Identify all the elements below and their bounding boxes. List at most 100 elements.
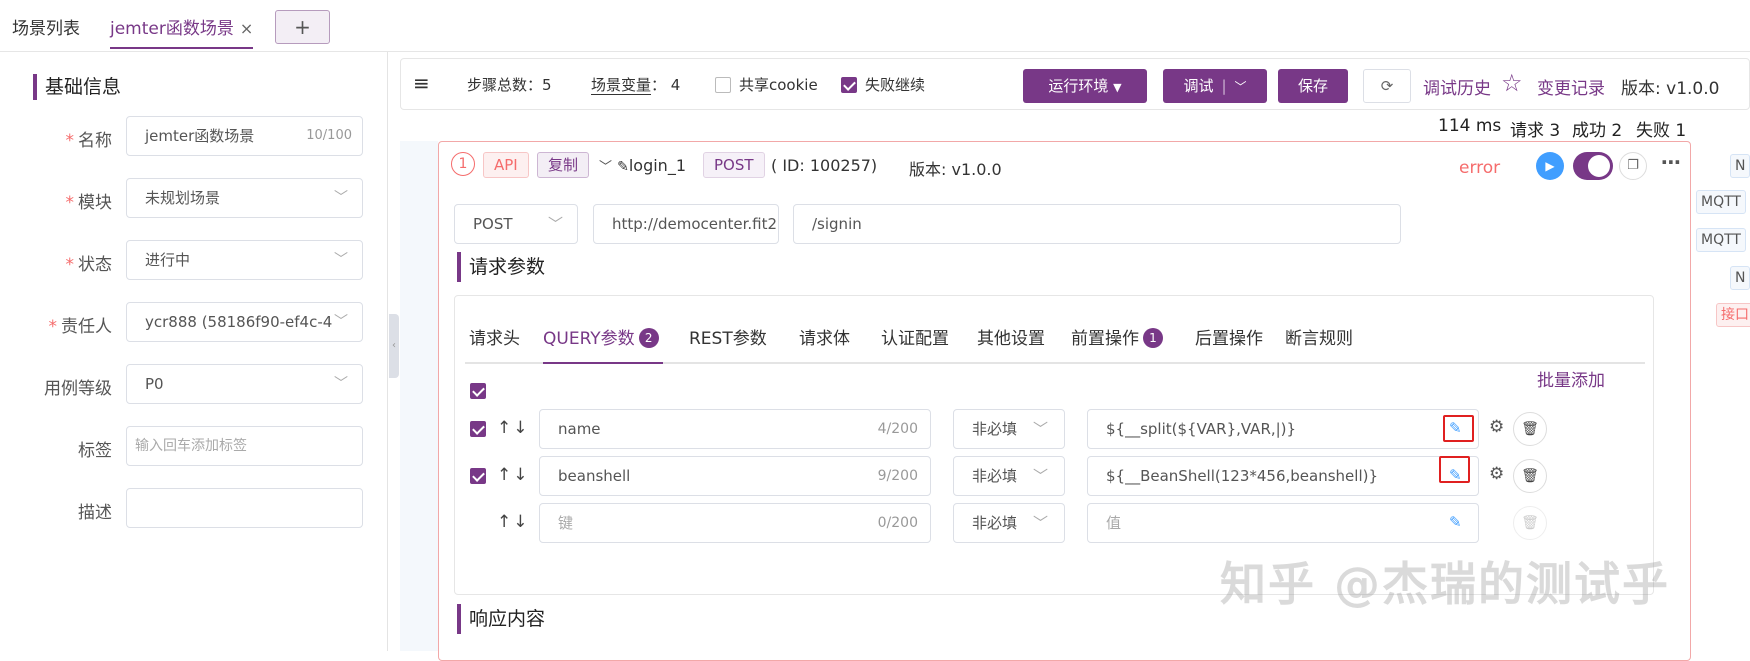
param-value-input[interactable]: 值 [1087,503,1479,543]
chevron-down-icon: ﹀ [334,252,348,268]
status-select[interactable]: 进行中 ﹀ [126,240,363,280]
tags-label: 标签 [78,441,112,461]
close-icon[interactable]: × [240,19,253,38]
section-title: 基础信息 [33,74,121,100]
tab-post-ops[interactable]: 后置操作 [1195,324,1263,349]
basic-info-panel: 基础信息 * 名称 jemter函数场景 10/100 * 模块 未规划场景 ﹀ * 状态… [0,52,388,651]
stats-requests: 请求 3 [1510,121,1561,141]
param-key-input[interactable]: 键 0/200 [539,503,931,543]
gear-icon[interactable]: ⚙ [1489,417,1504,437]
enable-toggle[interactable] [1573,152,1613,180]
copy-tag: 复制 [537,152,590,178]
caret-down-icon: ▼ [1113,81,1122,94]
param-required-select[interactable]: 非必填 ﹀ [953,409,1065,449]
param-key-input[interactable]: name 4/200 [539,409,931,449]
delete-icon[interactable]: 🗑 [1513,459,1547,493]
sort-arrows-icon[interactable]: ↑↓ [497,418,530,438]
chevron-down-icon: ﹀ [1234,80,1247,94]
tab-scene-list[interactable]: 场景列表 [12,14,80,39]
watermark: 知乎 @杰瑞的测试乎 [1220,557,1671,611]
delete-icon[interactable]: 🗑 [1513,412,1547,446]
owner-select[interactable]: ycr888 (58186f90-ef4c-4 ﹀ [126,302,363,342]
checkbox-checked-icon [841,77,857,93]
share-cookie-checkbox[interactable]: 共享cookie [715,74,818,95]
fail-continue-checkbox[interactable]: 失败继续 [841,74,925,95]
debug-history-link[interactable]: 调试历史 [1423,74,1491,99]
level-select[interactable]: P0 ﹀ [126,364,363,404]
tab-query-params[interactable]: QUERY参数 2 [543,324,659,349]
domain-input[interactable]: http://democenter.fit2 [593,204,779,244]
tab-rest-params[interactable]: REST参数 [689,324,767,349]
tab-pre-ops[interactable]: 前置操作 1 [1071,324,1163,349]
edit-icon: ✎ [617,159,629,175]
sort-arrows-icon[interactable]: ↑↓ [497,465,530,485]
checkbox-icon [715,77,731,93]
gear-icon[interactable]: ⚙ [1489,464,1504,484]
more-icon[interactable]: ⋯ [1661,150,1681,174]
chevron-down-icon: ﹀ [599,160,613,175]
name-input[interactable]: jemter函数场景 10/100 [126,116,363,156]
refresh-icon: ⟳ [1380,77,1394,95]
collapse-handle[interactable]: ‹ [389,314,399,378]
change-log-link[interactable]: 变更记录 [1537,74,1605,99]
method-select[interactable]: POST ﹀ [454,204,578,244]
chevron-down-icon: ﹀ [1032,467,1048,485]
star-icon[interactable]: ☆ [1501,69,1523,97]
stats-fail: 失败 1 [1636,121,1687,141]
debug-button[interactable]: 调试 | ﹀ [1163,69,1267,103]
tab-other-settings[interactable]: 其他设置 [977,324,1045,349]
select-all-checkbox[interactable] [470,383,486,399]
scene-variables[interactable]: 场景变量： 4 [591,74,680,95]
highlight-box [1439,456,1470,483]
tab-jemter-scene[interactable]: jemter函数场景 × [110,14,254,49]
highlight-box [1443,415,1474,442]
step-gutter [400,141,438,651]
param-key-input[interactable]: beanshell 9/200 [539,456,931,496]
menu-icon[interactable]: ≡ [413,71,430,95]
param-required-select[interactable]: 非必填 ﹀ [953,503,1065,543]
row-checkbox[interactable] [470,421,486,437]
count-badge: 1 [1143,328,1163,348]
refresh-button[interactable]: ⟳ [1363,69,1411,103]
batch-add-link[interactable]: 批量添加 [1537,366,1605,391]
step-version: 版本: v1.0.0 [909,160,1002,179]
save-button[interactable]: 保存 [1278,69,1348,103]
param-value-input[interactable]: ${__split(${VAR},VAR,|)} [1087,409,1479,449]
param-required-select[interactable]: 非必填 ﹀ [953,456,1065,496]
path-input[interactable]: /signin [793,204,1401,244]
side-tag: N [1730,154,1750,178]
param-value-input[interactable]: ${__BeanShell(123*456,beanshell)} [1087,456,1479,496]
tags-input[interactable]: 输入回车添加标签 [126,426,363,466]
desc-textarea[interactable] [126,488,363,528]
char-counter: 10/100 [306,128,352,143]
chevron-down-icon: ﹀ [1032,420,1048,438]
status-label: * 状态 [65,255,113,275]
api-tag: API [483,152,529,178]
side-tag: MQTT [1696,190,1746,214]
module-select[interactable]: 未规划场景 ﹀ [126,178,363,218]
tab-auth[interactable]: 认证配置 [881,324,949,349]
tab-headers[interactable]: 请求头 [469,324,520,349]
step-index: 1 [451,152,475,176]
request-params-title: 请求参数 [457,252,545,282]
add-tab-button[interactable]: + [275,10,330,44]
step-name[interactable]: ﹀ ✎login_1 [599,156,686,175]
step-id: ( ID: 100257) [771,156,878,175]
edit-icon[interactable]: ✎ [1449,513,1462,531]
play-icon[interactable]: ▶ [1536,152,1564,180]
chevron-down-icon: ﹀ [334,190,348,206]
count-badge: 2 [638,328,659,348]
row-checkbox[interactable] [470,468,486,484]
delete-icon[interactable]: 🗑 [1513,506,1547,540]
chevron-down-icon: ﹀ [1032,514,1048,532]
active-tab-indicator [543,362,663,364]
chevron-down-icon: ﹀ [547,215,563,233]
tab-assertions[interactable]: 断言规则 [1285,324,1353,349]
scene-toolbar: ≡ 步骤总数：5 场景变量： 4 共享cookie 失败继续 运行环境 ▼ 调试… [400,58,1750,110]
copy-icon[interactable]: ❐ [1619,152,1647,180]
level-label: 用例等级 [44,379,112,399]
scene-version: 版本: v1.0.0 [1621,79,1720,99]
tab-body[interactable]: 请求体 [799,324,850,349]
sort-arrows-icon[interactable]: ↑↓ [497,512,530,532]
run-env-button[interactable]: 运行环境 ▼ [1023,69,1147,103]
